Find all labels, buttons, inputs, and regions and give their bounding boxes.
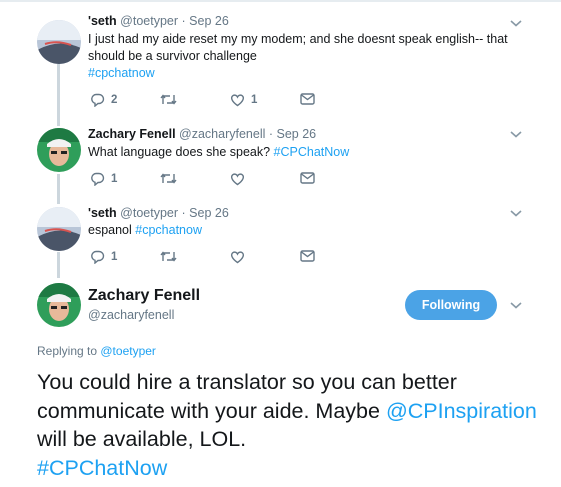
main-text-part2: will be available, LOL. — [37, 427, 247, 451]
like-icon — [231, 251, 244, 264]
author-name[interactable]: Zachary Fenell — [88, 127, 176, 141]
tweet-text-content: I just had my aide reset my my modem; an… — [88, 32, 508, 63]
like-action[interactable]: 1 — [230, 93, 257, 107]
like-icon — [231, 94, 244, 107]
chevron-down-icon[interactable] — [509, 300, 523, 310]
tweet-item[interactable]: 'seth @toetyper · Sep 26 I just had my a… — [0, 0, 561, 115]
retweet-icon — [160, 251, 177, 262]
retweet-action[interactable] — [160, 250, 183, 263]
author-name[interactable]: 'seth — [88, 14, 117, 28]
hashtag-link[interactable]: #CPChatNow — [37, 456, 167, 480]
main-author-handle[interactable]: @zacharyfenell — [88, 308, 174, 322]
following-button[interactable]: Following — [405, 290, 497, 320]
tweet-item[interactable]: Zachary Fenell @zacharyfenell · Sep 26 W… — [0, 115, 561, 195]
main-tweet-text: You could hire a translator so you can b… — [37, 368, 537, 482]
separator-dot: · — [181, 14, 186, 28]
tweet-header: 'seth @toetyper · Sep 26 — [88, 206, 229, 220]
reply-action[interactable]: 1 — [90, 250, 117, 264]
tweet-text: espanol #cpchatnow — [88, 222, 528, 239]
retweet-icon — [160, 173, 177, 184]
main-author-name[interactable]: Zachary Fenell — [88, 287, 200, 305]
retweet-action[interactable] — [160, 172, 183, 185]
like-icon — [231, 173, 244, 186]
like-action[interactable] — [230, 250, 251, 264]
mention-link[interactable]: @CPInspiration — [386, 399, 537, 423]
hashtag-link[interactable]: #cpchatnow — [135, 223, 202, 237]
author-name[interactable]: 'seth — [88, 206, 117, 220]
reply-icon — [91, 93, 105, 107]
tweet-text-content: What language does she speak? — [88, 145, 274, 159]
replying-to-line: Replying to @toetyper — [37, 344, 156, 358]
chevron-down-icon[interactable] — [509, 18, 523, 28]
replying-to-handle[interactable]: @toetyper — [100, 344, 156, 358]
author-handle[interactable]: @zacharyfenell — [179, 127, 265, 141]
author-handle[interactable]: @toetyper — [120, 14, 178, 28]
reply-icon — [91, 172, 105, 186]
avatar[interactable] — [37, 283, 81, 327]
reply-count: 1 — [111, 173, 118, 185]
chevron-down-icon[interactable] — [509, 129, 523, 139]
tweet-header: 'seth @toetyper · Sep 26 — [88, 14, 229, 28]
separator-dot: · — [268, 127, 274, 141]
tweet-date[interactable]: Sep 26 — [277, 127, 317, 141]
separator-dot: · — [181, 206, 186, 220]
avatar[interactable] — [37, 128, 81, 172]
direct-message-action[interactable] — [300, 93, 315, 105]
direct-message-action[interactable] — [300, 172, 315, 184]
hashtag-link[interactable]: #CPChatNow — [274, 145, 350, 159]
tweet-text: I just had my aide reset my my modem; an… — [88, 31, 528, 82]
direct-message-icon — [300, 93, 315, 105]
reply-icon — [91, 250, 105, 264]
retweet-icon — [160, 94, 177, 105]
chevron-down-icon[interactable] — [509, 208, 523, 218]
tweet-text-content: espanol — [88, 223, 136, 237]
avatar[interactable] — [37, 20, 81, 64]
tweet-text: What language does she speak? #CPChatNow — [88, 144, 528, 161]
avatar[interactable] — [37, 207, 81, 251]
direct-message-icon — [300, 172, 315, 184]
tweet-item[interactable]: 'seth @toetyper · Sep 26 espanol #cpchat… — [0, 195, 561, 275]
direct-message-action[interactable] — [300, 250, 315, 262]
author-handle[interactable]: @toetyper — [120, 206, 178, 220]
retweet-action[interactable] — [160, 93, 183, 106]
tweet-date[interactable]: Sep 26 — [189, 206, 229, 220]
like-count: 1 — [251, 94, 258, 106]
reply-count: 1 — [111, 251, 118, 263]
tweet-header: Zachary Fenell @zacharyfenell · Sep 26 — [88, 127, 316, 141]
direct-message-icon — [300, 250, 315, 262]
replying-prefix: Replying to — [37, 344, 101, 358]
tweet-date[interactable]: Sep 26 — [189, 14, 229, 28]
reply-count: 2 — [111, 94, 118, 106]
reply-action[interactable]: 2 — [90, 93, 117, 107]
hashtag-link[interactable]: #cpchatnow — [88, 66, 155, 80]
like-action[interactable] — [230, 172, 251, 186]
reply-action[interactable]: 1 — [90, 172, 117, 186]
